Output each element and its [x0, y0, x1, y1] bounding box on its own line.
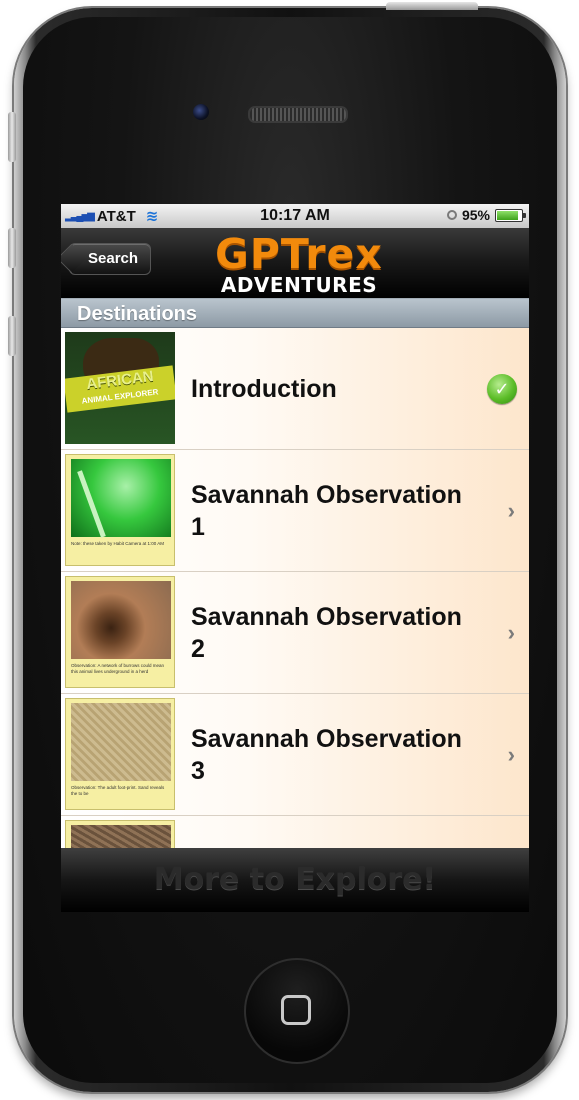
earpiece-speaker	[248, 106, 348, 123]
more-to-explore-label: More to Explore!	[153, 862, 437, 897]
thumbnail-observation-3: Observation: The adult foot-print. Sand …	[65, 698, 175, 810]
volume-down-button[interactable]	[8, 316, 16, 356]
battery-icon	[495, 208, 526, 222]
photo-partial	[71, 825, 171, 848]
home-button[interactable]	[244, 958, 350, 1064]
mute-switch[interactable]	[8, 112, 16, 162]
list-item-savannah-observation-3[interactable]: Observation: The adult foot-print. Sand …	[61, 694, 529, 816]
list-item-savannah-observation-1[interactable]: Note: these taken by Habit Camera at 1:0…	[61, 450, 529, 572]
row-title: Savannah Observation 3	[191, 724, 462, 785]
row-title: Introduction	[191, 374, 337, 403]
bottom-toolbar[interactable]: More to Explore!	[61, 848, 529, 912]
front-camera	[193, 104, 209, 120]
photo-caption: Note: these taken by Habit Camera at 1:0…	[71, 541, 165, 546]
status-right: 95%	[446, 207, 526, 223]
thumbnail-observation-1: Note: these taken by Habit Camera at 1:0…	[65, 454, 175, 566]
orientation-lock-icon	[446, 210, 457, 220]
app-logo: GPTrex ADVENTURES	[199, 230, 399, 297]
thumbnail-african-animal-explorer: AFRICAN ANIMAL EXPLORER	[65, 332, 175, 444]
home-square-icon	[281, 995, 311, 1025]
row-title: Savannah Observation 2	[191, 602, 462, 663]
row-title: Savannah Observation 1	[191, 480, 462, 541]
logo-title: GPTrex	[215, 230, 383, 278]
thumbnail-observation-2: Observation: A network of burrows could …	[65, 576, 175, 688]
photo-caption: Observation: A network of burrows could …	[71, 663, 165, 674]
photo-green-grass	[71, 459, 171, 537]
back-button-label: Search	[88, 250, 139, 267]
back-button[interactable]: Search	[69, 243, 152, 275]
nav-bar: Search GPTrex ADVENTURES	[61, 228, 529, 298]
logo-subtitle: ADVENTURES	[220, 273, 378, 297]
thumbnail-partial	[65, 820, 175, 848]
status-bar: ▂▃▄▅▆ AT&T ≋ 10:17 AM 95%	[61, 204, 529, 228]
screen: ▂▃▄▅▆ AT&T ≋ 10:17 AM 95% Search GPTrex …	[61, 204, 529, 912]
volume-up-button[interactable]	[8, 228, 16, 268]
battery-percent: 95%	[461, 207, 490, 223]
checkmark-icon: ✓	[487, 373, 517, 404]
destinations-list: AFRICAN ANIMAL EXPLORER Introduction ✓ N…	[61, 328, 529, 848]
photo-burrow	[71, 581, 171, 659]
chevron-right-icon: ›	[507, 741, 515, 767]
chevron-right-icon: ›	[507, 619, 515, 645]
chevron-right-icon: ›	[507, 497, 515, 523]
list-item-introduction[interactable]: AFRICAN ANIMAL EXPLORER Introduction ✓	[61, 328, 529, 450]
photo-sand-footprint	[71, 703, 171, 781]
sleep-button[interactable]	[386, 2, 478, 10]
list-item[interactable]	[61, 816, 529, 848]
section-header: Destinations	[61, 298, 529, 328]
list-item-savannah-observation-2[interactable]: Observation: A network of burrows could …	[61, 572, 529, 694]
photo-caption: Observation: The adult foot-print. Sand …	[71, 785, 165, 796]
